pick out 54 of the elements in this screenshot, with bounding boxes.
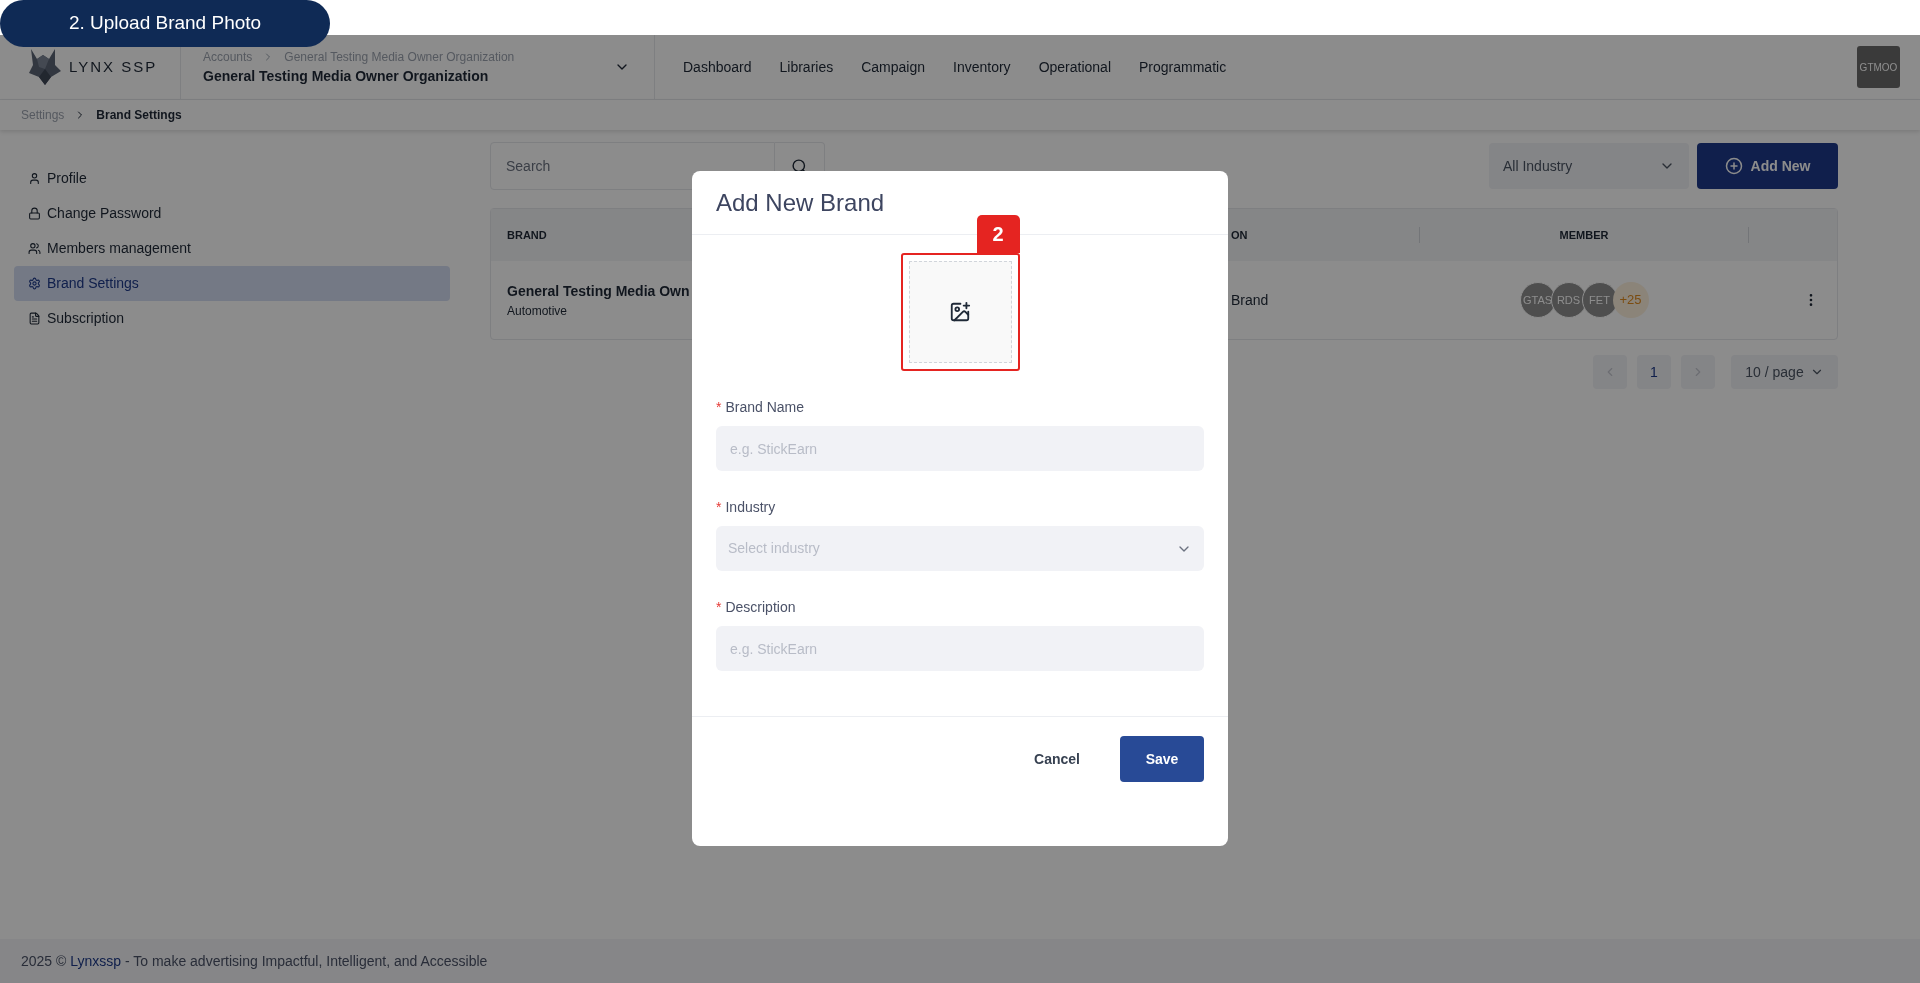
column-header: MEMBER bbox=[1419, 226, 1749, 244]
sidebar-item[interactable]: Subscription bbox=[14, 301, 450, 336]
required-mark: * bbox=[716, 397, 722, 417]
document-icon bbox=[28, 312, 41, 325]
brand-industry: Automotive bbox=[507, 302, 568, 320]
photo-upload-box[interactable] bbox=[908, 261, 1012, 363]
field-label: Industry bbox=[725, 497, 776, 517]
nav-link[interactable]: Inventory bbox=[953, 56, 1011, 78]
column-header: ON bbox=[1230, 227, 1249, 243]
people-icon bbox=[28, 242, 41, 255]
table-cell-text: Brand bbox=[1230, 290, 1270, 310]
next-page-button[interactable] bbox=[1681, 355, 1715, 389]
previous-page-button[interactable] bbox=[1593, 355, 1627, 389]
page-button[interactable]: 1 bbox=[1637, 355, 1671, 389]
required-mark: * bbox=[716, 597, 722, 617]
search-field[interactable]: Search bbox=[490, 142, 775, 190]
sidebar-item[interactable]: Profile bbox=[14, 161, 450, 196]
field-label: Description bbox=[725, 597, 796, 617]
cancel-button[interactable]: Cancel bbox=[1034, 748, 1080, 770]
plus-circle-icon bbox=[1724, 157, 1743, 175]
field-label: Brand Name bbox=[725, 397, 805, 417]
save-button[interactable]: Save bbox=[1120, 736, 1204, 782]
sidebar-item[interactable]: Brand Settings bbox=[14, 266, 450, 301]
account-avatar[interactable]: GTMOO bbox=[1857, 46, 1900, 88]
text-input[interactable]: e.g. StickEarn bbox=[716, 426, 1204, 471]
page-size-select[interactable]: 10 / page bbox=[1731, 355, 1838, 389]
footer-text: 2025 © Lynxssp - To make advertising Impactful, Intelligent, and Accessible bbox=[21, 951, 488, 971]
step-badge: 2 bbox=[976, 215, 1020, 253]
member-avatar: RDS bbox=[1550, 282, 1587, 318]
nav-link[interactable]: Programmatic bbox=[1139, 56, 1227, 78]
image-add-icon bbox=[949, 301, 971, 323]
required-mark: * bbox=[716, 497, 722, 517]
industry-filter[interactable]: All Industry bbox=[1489, 143, 1689, 189]
organization-name: General Testing Media Owner Organization bbox=[203, 66, 490, 86]
more-members-count: +25 bbox=[1612, 282, 1649, 318]
dialog-title: Add New Brand bbox=[716, 187, 885, 218]
settings-icon bbox=[28, 277, 41, 290]
nav-link[interactable]: Libraries bbox=[779, 56, 834, 78]
nav-link[interactable]: Dashboard bbox=[683, 56, 752, 78]
sidebar-item[interactable]: Change Password bbox=[14, 196, 450, 231]
nav-link[interactable]: Campaign bbox=[861, 56, 926, 78]
column-header: BRAND bbox=[507, 227, 547, 243]
member-avatar: GTAS bbox=[1519, 282, 1556, 318]
logo-text: LYNX SSP bbox=[69, 56, 158, 77]
person-icon bbox=[28, 172, 41, 185]
tutorial-step-label: 2. Upload Brand Photo bbox=[0, 0, 330, 47]
brand-name: General Testing Media Own bbox=[507, 281, 690, 301]
breadcrumb-item[interactable]: Brand Settings bbox=[96, 106, 182, 124]
footer-link[interactable]: Lynxssp bbox=[70, 952, 122, 969]
text-input[interactable]: e.g. StickEarn bbox=[716, 626, 1204, 671]
nav-link[interactable]: Operational bbox=[1038, 56, 1111, 78]
lock-icon bbox=[28, 207, 41, 220]
sidebar-item[interactable]: Members management bbox=[14, 231, 450, 266]
add-new-button[interactable]: Add New bbox=[1697, 143, 1838, 189]
